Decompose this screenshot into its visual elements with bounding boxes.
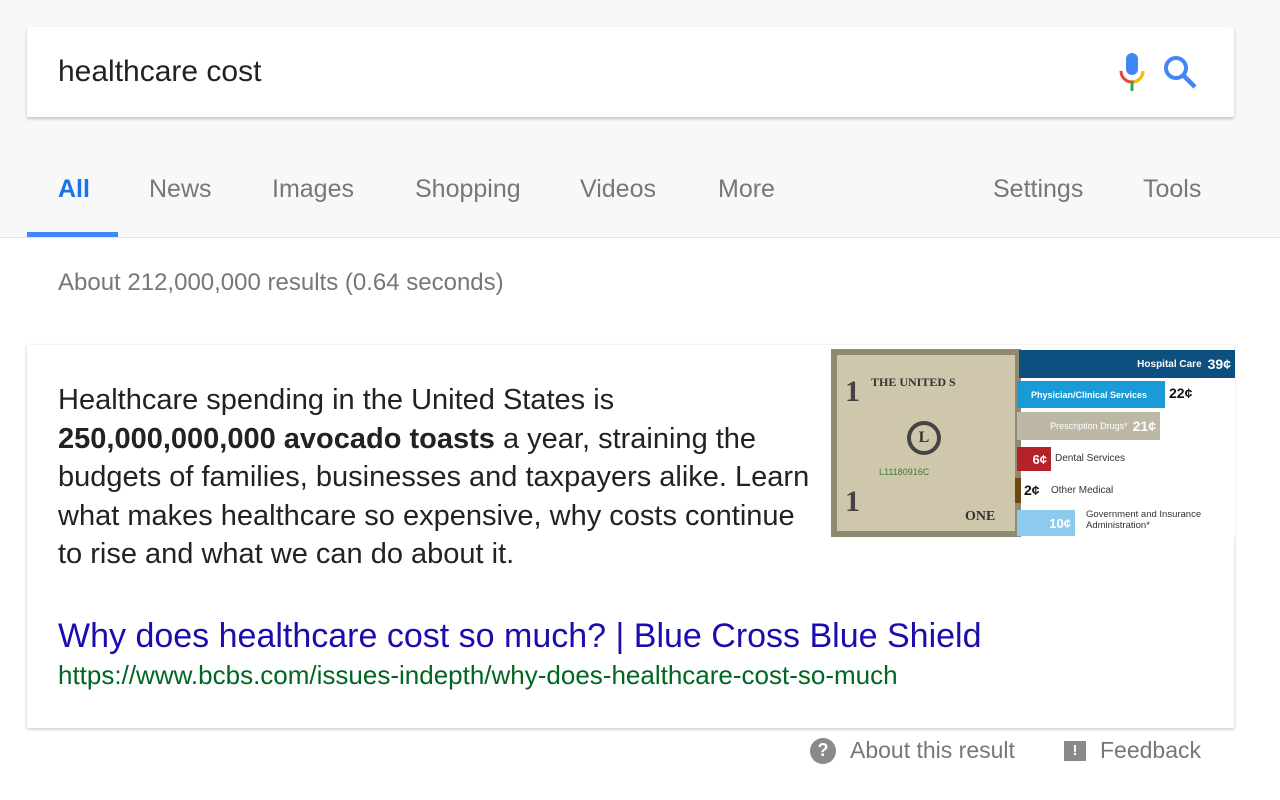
tab-videos[interactable]: Videos [580, 175, 656, 204]
tab-more[interactable]: More [718, 175, 775, 204]
result-stats: About 212,000,000 results (0.64 seconds) [58, 269, 504, 296]
dollar-bill-image: THE UNITED S L L11180916C ONE 1 1 [831, 349, 1021, 537]
snippet-image[interactable]: THE UNITED S L L11180916C ONE 1 1 Hospit… [831, 349, 1235, 537]
snippet-text: Healthcare spending in the United States… [58, 381, 818, 574]
snippet-bold: 250,000,000,000 avocado toasts [58, 422, 495, 455]
bill-seal: L [907, 421, 941, 455]
help-icon: ? [810, 737, 836, 764]
search-input[interactable]: healthcare cost [58, 55, 261, 89]
feedback-label: Feedback [1100, 737, 1202, 763]
bar-label: Other Medical [1051, 485, 1114, 496]
snippet-part: Healthcare spending in the United States… [58, 384, 615, 416]
microphone-icon[interactable] [1117, 51, 1147, 100]
result-title-link[interactable]: Why does healthcare cost so much? | Blue… [58, 617, 982, 656]
bill-numeral: 1 [845, 375, 860, 408]
bar-value: 22¢ [1169, 385, 1193, 401]
tab-all[interactable]: All [58, 175, 90, 204]
tab-news[interactable]: News [149, 175, 212, 204]
bar-label: Government and Insurance Administration* [1086, 509, 1202, 531]
bar-value: 21¢ [1132, 418, 1156, 434]
bill-text: ONE [965, 509, 996, 524]
featured-snippet: Healthcare spending in the United States… [27, 345, 1235, 728]
bar-label: Physician/Clinical Services [1030, 389, 1148, 400]
tab-settings[interactable]: Settings [993, 175, 1083, 204]
bar-physician: Physician/Clinical Services [1017, 381, 1165, 408]
bar-label: Hospital Care [1137, 358, 1202, 370]
bar-dental: 6¢ [1017, 447, 1051, 471]
about-label: About this result [850, 737, 1015, 763]
bar-hospital-care: Hospital Care 39¢ [1019, 350, 1235, 378]
active-tab-indicator [27, 232, 118, 237]
bar-label: Prescription Drugs* [1050, 421, 1128, 431]
bill-text: THE UNITED S [871, 375, 956, 389]
search-box[interactable]: healthcare cost [27, 27, 1234, 117]
tab-images[interactable]: Images [272, 175, 354, 204]
tab-shopping[interactable]: Shopping [415, 175, 521, 204]
search-icon[interactable] [1162, 54, 1200, 97]
tab-tools[interactable]: Tools [1143, 175, 1201, 204]
result-url: https://www.bcbs.com/issues-indepth/why-… [58, 660, 898, 690]
bar-government: 10¢ [1017, 510, 1075, 536]
bar-label: Dental Services [1055, 453, 1126, 464]
bill-serial: L11180916C [879, 467, 930, 477]
bar-value: 2¢ [1024, 482, 1040, 498]
bar-value: 10¢ [1049, 515, 1071, 531]
bar-prescription: Prescription Drugs* 21¢ [1017, 412, 1160, 440]
bar-other-medical [1015, 478, 1021, 503]
feedback-button[interactable]: ! Feedback [1064, 737, 1201, 764]
bill-numeral: 1 [845, 485, 860, 518]
bar-value: 6¢ [1032, 451, 1047, 467]
feedback-icon: ! [1064, 740, 1086, 761]
bar-value: 39¢ [1207, 356, 1231, 372]
about-this-result[interactable]: ? About this result [810, 737, 1015, 764]
